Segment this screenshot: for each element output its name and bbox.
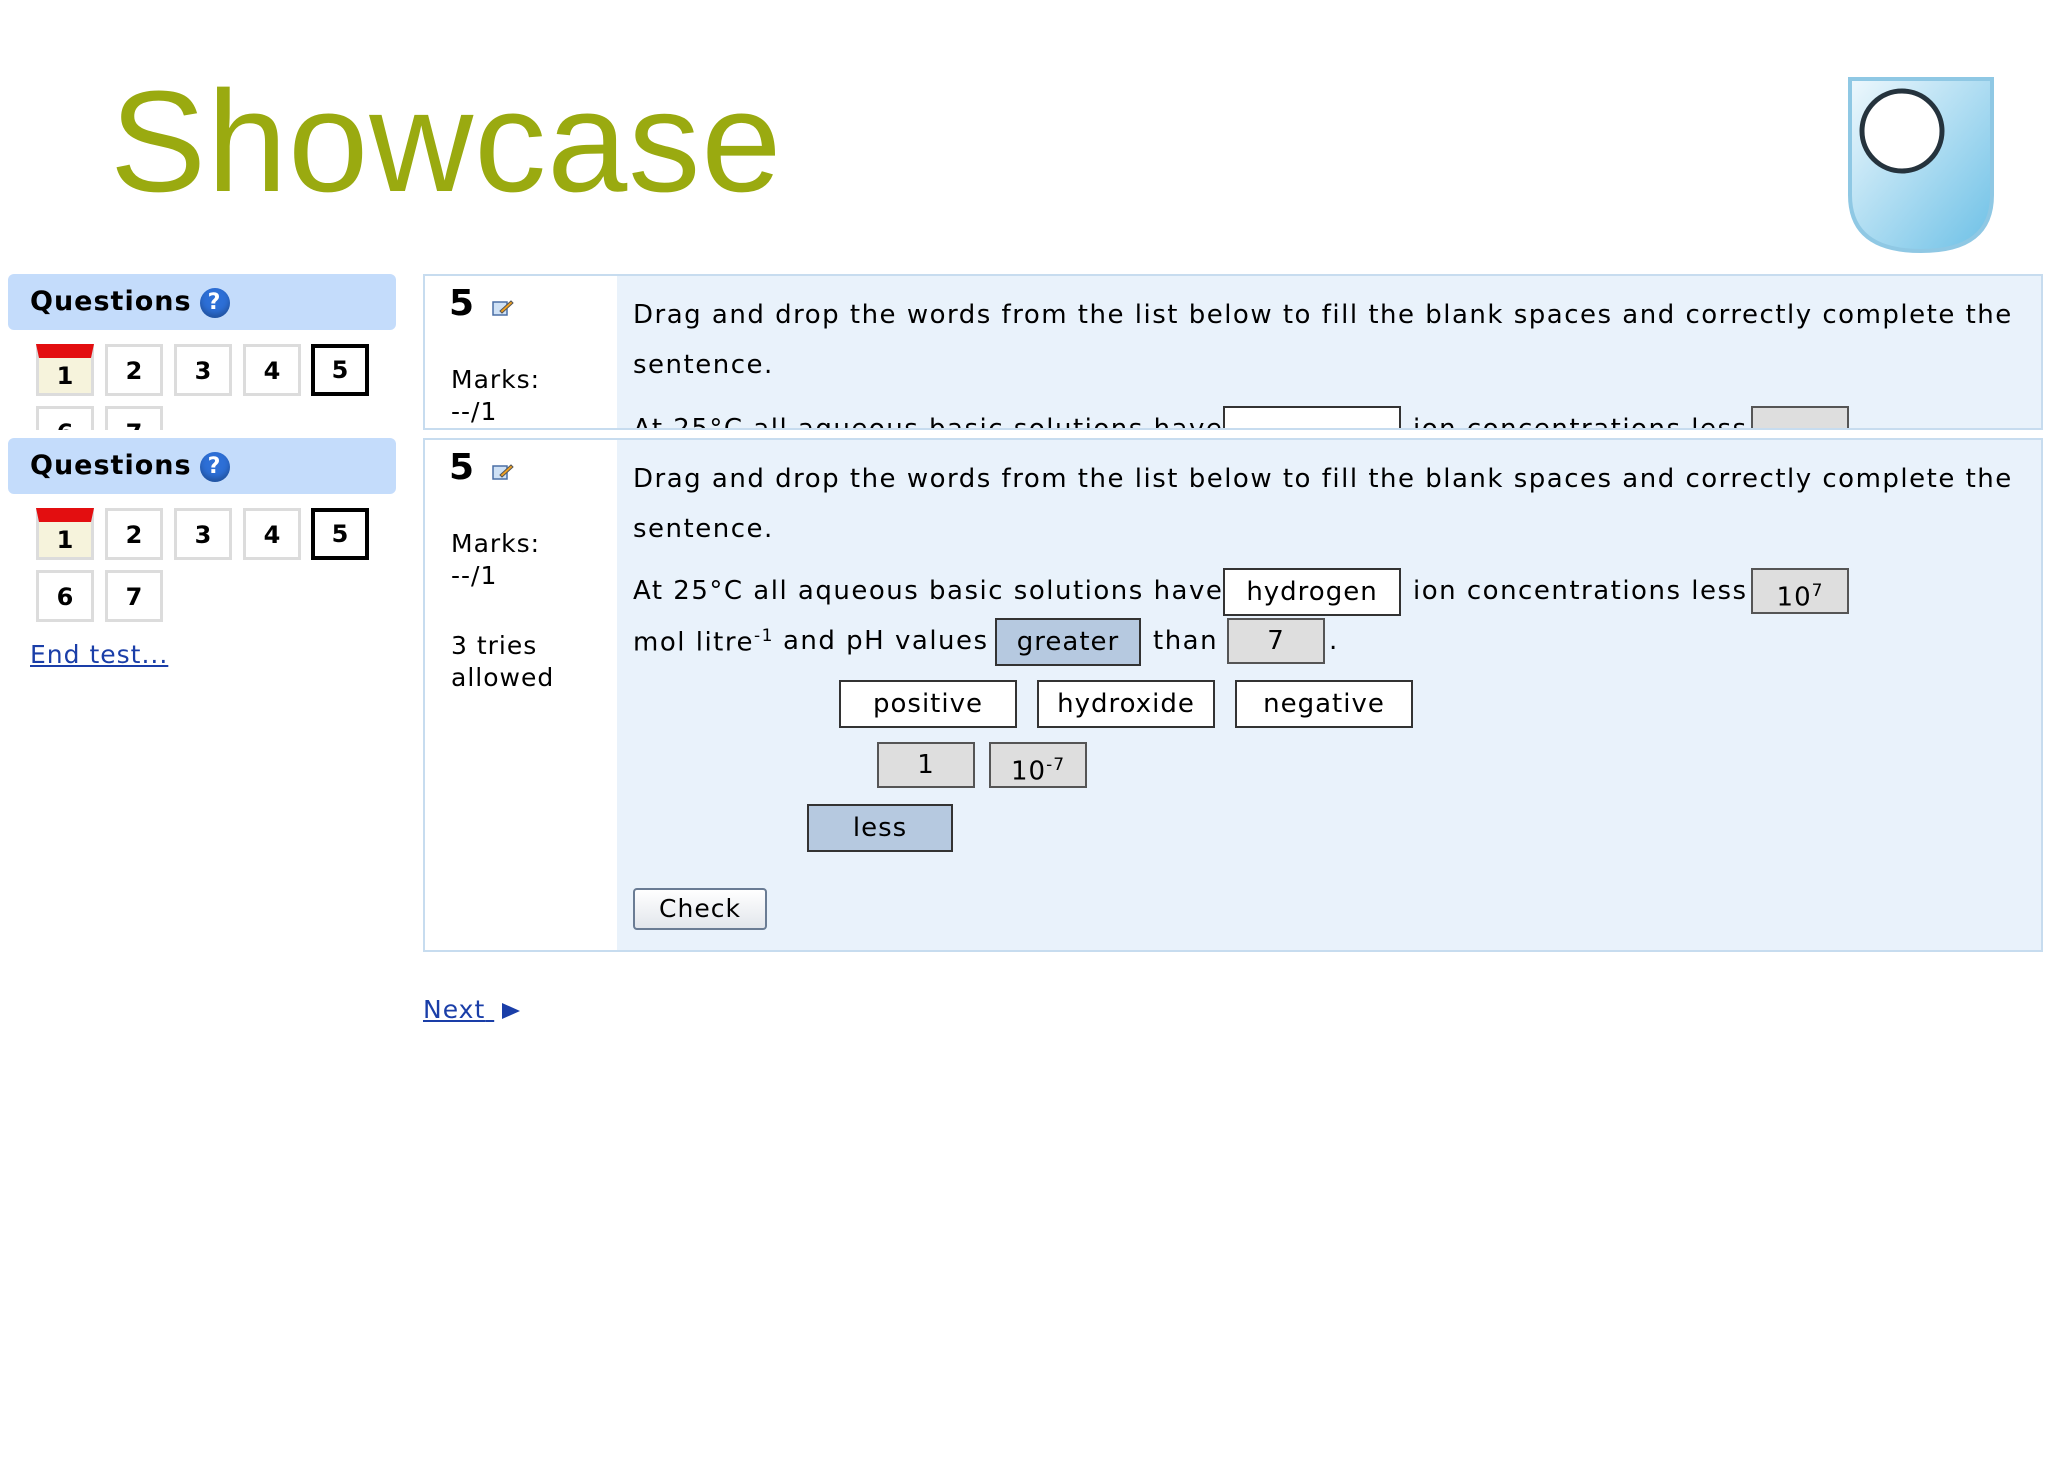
- next-label: Next: [423, 995, 486, 1024]
- sentence-part1: At 25°C all aqueous basic solutions have: [633, 414, 1224, 430]
- word-option-less[interactable]: less: [807, 804, 953, 852]
- questions-panel-heading: Questions?: [8, 274, 396, 330]
- blank-3[interactable]: greater: [995, 618, 1141, 666]
- word-option-hydroxide[interactable]: hydroxide: [1037, 680, 1215, 728]
- blank-1[interactable]: hydrogen: [1223, 568, 1401, 616]
- blank-2[interactable]: 107: [1751, 568, 1849, 614]
- question-nav-6[interactable]: 6: [36, 406, 94, 430]
- question-nav-5[interactable]: 5: [311, 344, 369, 396]
- next-link[interactable]: Next: [423, 995, 522, 1024]
- word-option-1[interactable]: 1: [877, 742, 975, 788]
- blank-1-empty[interactable]: [1223, 406, 1401, 428]
- marks-value: --/1: [451, 561, 498, 590]
- sentence-end: .: [1329, 626, 1339, 656]
- marks-value: --/1: [451, 397, 498, 426]
- questions-heading-label: Questions: [30, 450, 192, 481]
- question-nav-4[interactable]: 4: [243, 508, 301, 560]
- help-icon[interactable]: ?: [199, 451, 230, 482]
- page-title: Showcase: [110, 61, 783, 222]
- question-nav-3[interactable]: 3: [174, 344, 232, 396]
- question-nav-2[interactable]: 2: [105, 344, 163, 396]
- question-nav-1[interactable]: 1: [36, 508, 94, 560]
- question-content: Drag and drop the words from the list be…: [617, 276, 2041, 430]
- question-content: Drag and drop the words from the list be…: [617, 440, 2041, 950]
- questions-panel-heading: Questions?: [8, 438, 396, 494]
- next-arrow-icon: [502, 1003, 521, 1019]
- marks-label: Marks:: [451, 365, 541, 394]
- instruction-line2: sentence.: [633, 514, 774, 544]
- question-number: 5: [449, 283, 476, 324]
- word-option-negative[interactable]: negative: [1235, 680, 1413, 728]
- edit-icon: [492, 464, 514, 480]
- edit-icon: [492, 300, 514, 316]
- instruction-line1: Drag and drop the words from the list be…: [633, 300, 2013, 330]
- blank-2-base: 10: [1776, 582, 1812, 613]
- question-nav-6[interactable]: 6: [36, 570, 94, 622]
- sentence-part3: mol litre-1: [633, 626, 774, 658]
- sentence-part1: At 25°C all aqueous basic solutions have: [633, 576, 1224, 606]
- question-number: 5: [449, 447, 476, 488]
- mol-litre-sup: -1: [753, 626, 774, 646]
- question-nav-1[interactable]: 1: [36, 344, 94, 396]
- question-nav-2[interactable]: 2: [105, 508, 163, 560]
- question-nav-7[interactable]: 7: [105, 406, 163, 430]
- question-box-upper: 5 Marks: --/1 Drag and drop the words fr…: [423, 274, 2043, 430]
- help-icon[interactable]: ?: [199, 287, 230, 318]
- question-info: 5: [449, 450, 514, 487]
- mol-litre-text: mol litre: [633, 627, 754, 658]
- questions-heading-label: Questions: [30, 286, 192, 317]
- instruction-line1: Drag and drop the words from the list be…: [633, 464, 2013, 494]
- marks-label: Marks:: [451, 529, 541, 558]
- option-10-base: 10: [1010, 756, 1047, 787]
- instruction-line2: sentence.: [633, 350, 774, 380]
- question-nav-4[interactable]: 4: [243, 344, 301, 396]
- end-test-link[interactable]: End test...: [30, 640, 168, 669]
- sentence-part5: than: [1153, 626, 1219, 656]
- question-box: 5 Marks: --/1 3 tries allowed Drag and d…: [423, 438, 2043, 952]
- option-10-sup: -7: [1046, 755, 1066, 775]
- word-option-10-minus-7[interactable]: 10-7: [989, 742, 1087, 788]
- blank-2-sup: 7: [1811, 581, 1824, 601]
- question-nav-3[interactable]: 3: [174, 508, 232, 560]
- tries-suffix: allowed: [451, 663, 555, 692]
- question-nav-5[interactable]: 5: [311, 508, 369, 560]
- question-nav-7[interactable]: 7: [105, 570, 163, 622]
- question-info: 5: [449, 286, 514, 323]
- open-university-logo-icon: [1848, 77, 1994, 254]
- sentence-part4: and pH values: [783, 626, 989, 656]
- blank-4[interactable]: 7: [1227, 618, 1325, 664]
- blank-2-empty[interactable]: [1751, 406, 1849, 428]
- word-option-positive[interactable]: positive: [839, 680, 1017, 728]
- tries-label: 3 tries: [451, 631, 538, 660]
- check-button[interactable]: Check: [633, 888, 767, 930]
- sidebar-upper: Questions? 1 2 3 4 5 6 7: [0, 274, 410, 430]
